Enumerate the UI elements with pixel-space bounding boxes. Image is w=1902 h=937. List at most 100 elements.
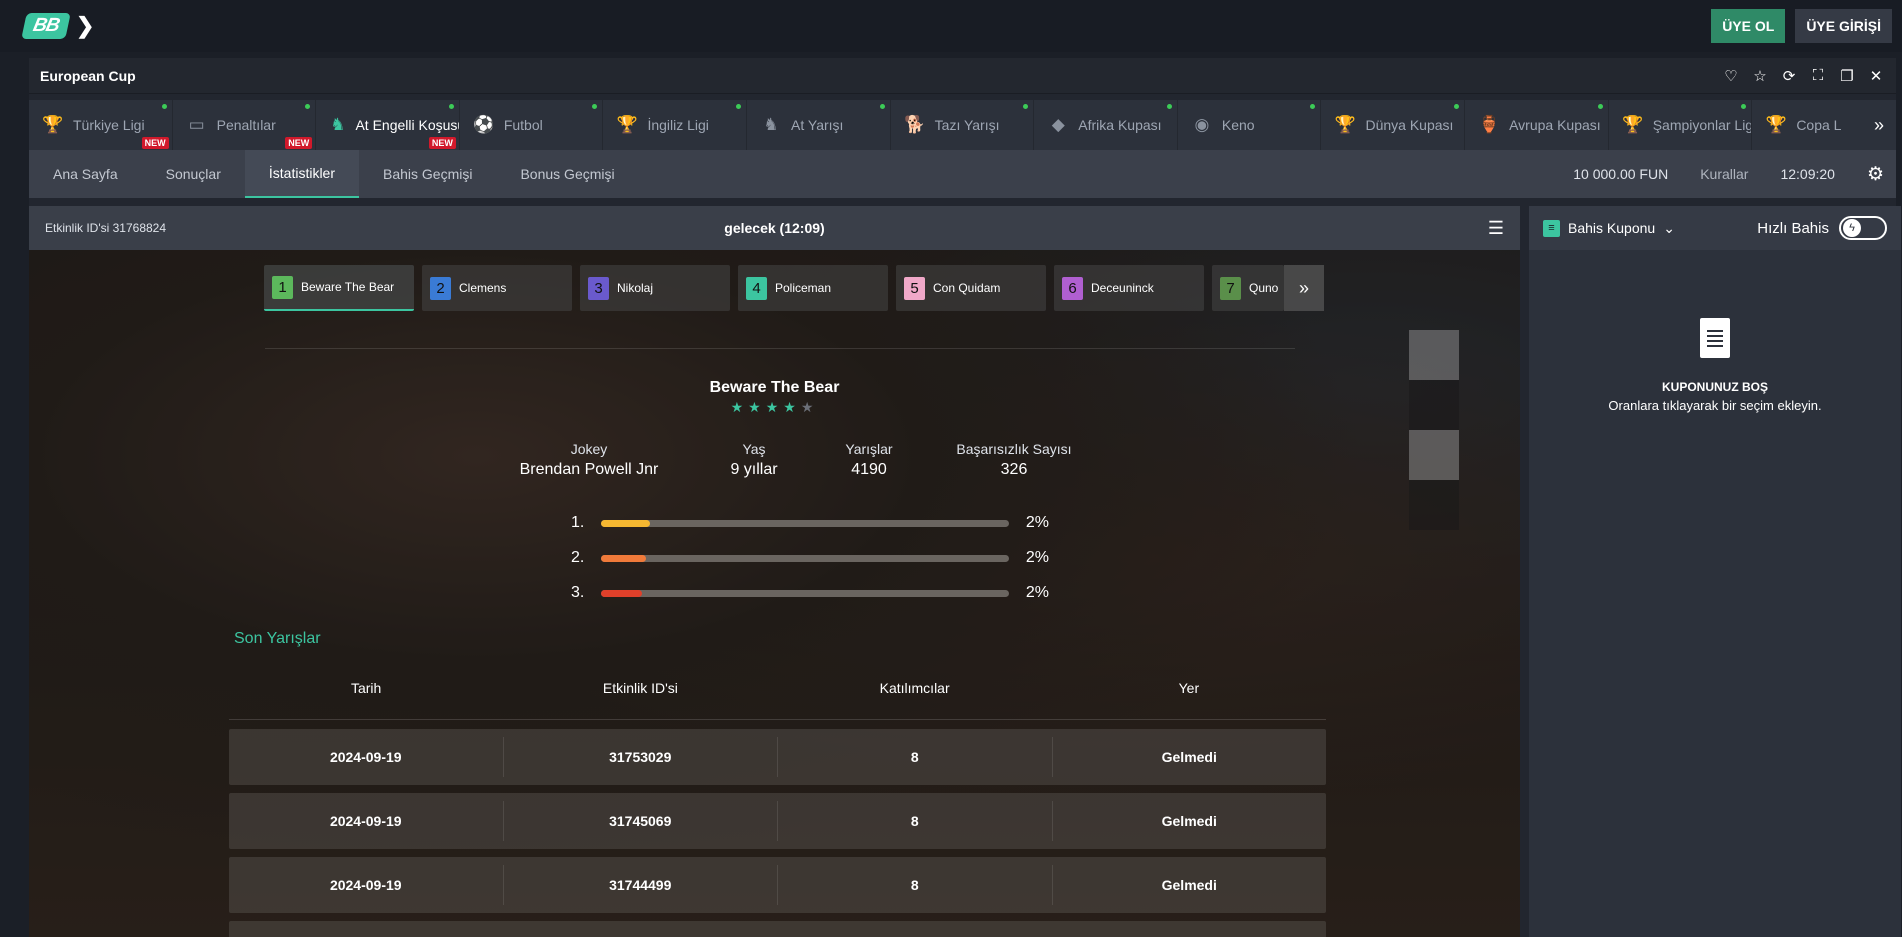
runner-tab[interactable]: 4 Policeman [738,265,888,311]
table-cell: 8 [778,801,1053,841]
table-cell: 31744499 [504,865,778,905]
game-tab[interactable]: 🏆 Türkiye Ligi NEW [29,100,173,150]
fast-bet-toggle[interactable]: ϟ [1839,216,1887,240]
coupon-dropdown[interactable]: ≡ Bahis Kuponu ⌄ [1543,219,1675,237]
lightning-icon: ϟ [1843,219,1861,237]
subnav-tab[interactable]: İstatistikler [244,150,359,198]
runner-tab[interactable]: 3 Nikolaj [580,265,730,311]
table-row: 2024-09-19 31744499 8 Gelmedi [229,857,1326,913]
runner-name: Deceuninck [1091,281,1154,295]
game-tab[interactable]: ♞ At Yarışı [747,100,891,150]
star-icon[interactable]: ☆ [1752,67,1768,85]
runner-tab[interactable]: 6 Deceuninck [1054,265,1204,311]
game-tab[interactable]: 🐕 Tazı Yarışı [891,100,1035,150]
runner-number: 5 [904,276,925,300]
runner-tab[interactable]: 1 Beware The Bear [264,265,414,311]
games-more-button[interactable]: » [1862,100,1896,150]
runner-tab[interactable]: 2 Clemens [422,265,572,311]
table-cell: Gelmedi [1161,749,1217,765]
game-tab-label: Şampiyonlar Ligi [1652,117,1753,133]
heart-icon[interactable]: ♡ [1723,67,1739,85]
last-races-title: Son Yarışlar [234,630,321,647]
game-tab[interactable]: ▭ Penaltılar NEW [173,100,317,150]
finish-position-row: 3. 2% [571,584,1051,602]
table-row: 2024-09-19 31753029 8 Gelmedi [229,729,1326,785]
restore-icon[interactable]: ❐ [1839,67,1855,85]
star-empty-icon: ★ [800,399,819,415]
game-tab-label: Avrupa Kupası [1509,117,1601,133]
fullscreen-icon[interactable]: ⛶ [1810,67,1826,85]
fast-bet-label: Hızlı Bahis [1757,219,1829,237]
runner-number: 2 [430,276,451,300]
table-cell: 8 [778,737,1053,777]
game-tab[interactable]: ◉ Keno [1178,100,1322,150]
rating-stars: ★★★★★ [29,399,1520,416]
position-bar [601,519,1009,527]
position-bar-fill [601,554,646,562]
champions-icon: 🏆 [1622,115,1644,134]
subnav-tab[interactable]: Bahis Geçmişi [359,150,496,198]
star-half-icon: ★ [783,399,801,415]
game-tab[interactable]: ⚽ Futbol [460,100,604,150]
runner-tab[interactable]: 5 Con Quidam [896,265,1046,311]
game-tab[interactable]: 🏆 İngiliz Ligi [603,100,748,150]
position-bar [601,589,1009,597]
column-header: Katılımcılar [879,680,950,696]
game-tab[interactable]: ♞ At Engelli Koşusu NEW [316,100,460,150]
star-icon: ★ [765,399,784,415]
trophy-icon: 🏆 [42,115,64,134]
game-tab[interactable]: 🏺 Avrupa Kupası [1465,100,1609,150]
position-bar-fill [601,519,650,527]
table-row: 2024-09-19 31745069 8 Gelmedi [229,793,1326,849]
subnav-tab[interactable]: Sonuçlar [142,150,245,198]
table-row [229,921,1326,937]
horse-stat: Jokey Brendan Powell Jnr [489,441,689,479]
africa-icon: ◆ [1051,115,1065,134]
runner-number: 7 [1220,276,1241,300]
horse-icon: ♞ [763,115,779,134]
table-cell: Gelmedi [1161,813,1217,829]
new-badge: NEW [428,137,456,149]
rules-link[interactable]: Kurallar [1700,166,1748,182]
column-header: Tarih [350,680,382,696]
runner-number: 1 [272,275,293,299]
sub-navigation: Ana Sayfa Sonuçlar İstatistikler Bahis Geçm… [29,150,1896,198]
table-cell: 31753029 [504,737,778,777]
position-bar [601,554,1009,562]
subnav-tab[interactable]: Bonus Geçmişi [496,150,638,198]
game-tab[interactable]: ◆ Afrika Kupası [1034,100,1178,150]
filter-icon[interactable]: ☰ [1488,218,1504,239]
game-tab[interactable]: 🏆 Şampiyonlar Ligi [1609,100,1753,150]
game-tab[interactable]: 🏆 Dünya Kupası [1321,100,1466,150]
signup-button[interactable]: ÜYE OL [1711,9,1786,43]
subnav-tab[interactable]: Ana Sayfa [29,150,142,198]
game-tab-label: Afrika Kupası [1078,117,1162,133]
game-tab-label: At Engelli Koşusu [355,117,460,133]
runner-name: Clemens [459,281,507,295]
game-tab-label: Keno [1221,117,1255,133]
keno-icon: ◉ [1194,115,1210,134]
goal-icon: ▭ [188,115,205,134]
chevron-right-icon[interactable]: ❯ [76,13,94,39]
copa-icon: 🏆 [1765,115,1787,134]
event-header: Etkinlik ID'si 31768824 gelecek (12:09) … [29,206,1520,250]
star-icon: ★ [730,399,749,415]
table-cell: 2024-09-19 [229,801,504,841]
login-button[interactable]: ÜYE GİRİŞİ [1795,9,1892,43]
close-icon[interactable]: ✕ [1868,67,1884,85]
runner-name: Beware The Bear [301,280,395,294]
live-dot [592,104,598,109]
runners-next-button[interactable]: » [1284,265,1324,311]
window-title: European Cup [40,67,136,84]
window-title-bar: European Cup ♡ ☆ ⟳ ⛶ ❐ ✕ [29,58,1896,94]
live-dot [879,104,885,109]
refresh-icon[interactable]: ⟳ [1781,67,1797,85]
coupon-title: Bahis Kuponu [1568,220,1656,236]
runner-tab[interactable]: 7 Quno [1212,265,1284,311]
table-cell: Gelmedi [1161,877,1217,893]
stat-value: Brendan Powell Jnr [519,461,659,478]
gear-icon[interactable]: ⚙ [1867,163,1884,186]
live-dot [161,104,167,109]
logo[interactable]: BB ❯ [21,13,94,39]
stat-value: 9 yıllar [730,461,778,478]
